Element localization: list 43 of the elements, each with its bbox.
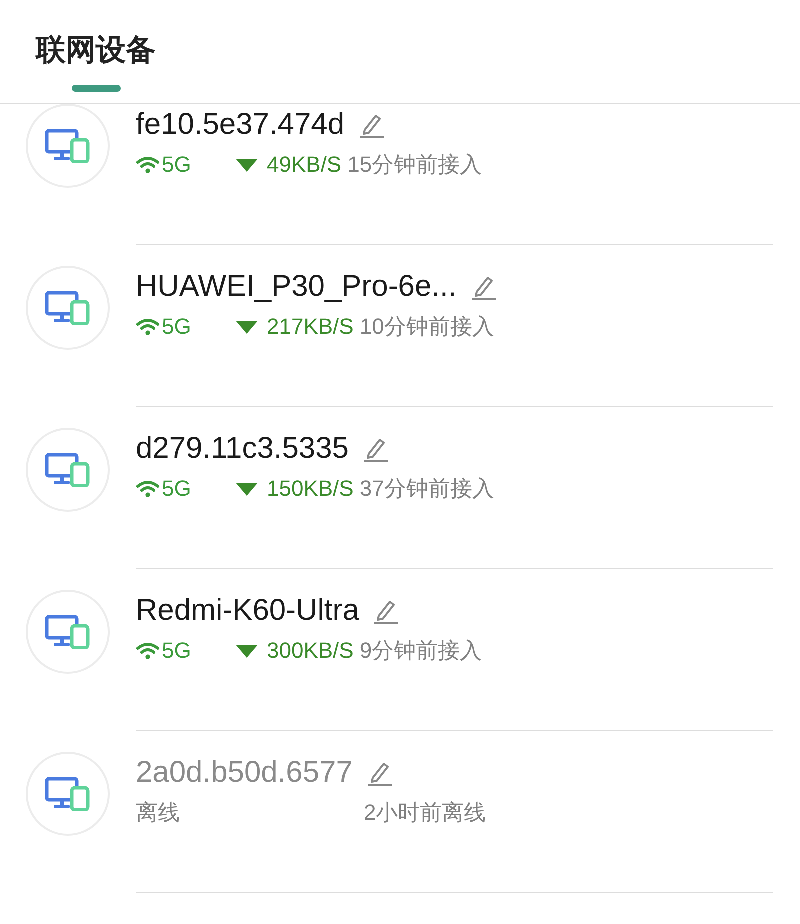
wifi-icon [136,318,160,336]
connect-time: 15分钟前接入 [348,151,482,179]
speed-label: 49KB/S [267,152,342,178]
device-name: d279.11c3.5335 [136,432,349,466]
device-name: fe10.5e37.474d [136,108,345,142]
band-label: 5G [162,638,192,664]
device-row[interactable]: fe10.5e37.474d 5G 49KB/S 15分钟前接入 [0,104,800,245]
offline-time: 2小时前离线 [364,799,486,827]
devices-icon [45,615,91,649]
tab[interactable]: 联网设备 [36,0,156,92]
speed-label: 150KB/S [267,476,354,502]
edit-icon[interactable] [358,112,385,138]
device-row[interactable]: 2a0d.b50d.6577 离线 2小时前离线 [0,731,800,893]
band-label: 5G [162,476,192,502]
band-label: 5G [162,314,192,340]
connect-time: 10分钟前接入 [360,313,494,341]
download-arrow-icon [236,320,258,334]
device-name: Redmi-K60-Ultra [136,594,360,628]
device-name: 2a0d.b50d.6577 [136,756,353,790]
wifi-icon [136,480,160,498]
speed-label: 217KB/S [267,314,354,340]
download-arrow-icon [236,158,258,172]
speed-label: 300KB/S [267,638,354,664]
wifi-icon [136,642,160,660]
device-name: HUAWEI_P30_Pro-6e... [136,270,457,304]
devices-icon [45,777,91,811]
devices-icon [45,291,91,325]
connect-time: 37分钟前接入 [360,475,494,503]
status-label: 离线 [136,799,181,827]
edit-icon[interactable] [366,760,393,786]
device-row[interactable]: d279.11c3.5335 5G 150KB/S 37分钟前接入 [0,407,800,569]
edit-icon[interactable] [373,598,400,624]
wifi-icon [136,156,160,174]
download-arrow-icon [236,482,258,496]
device-row[interactable]: Redmi-K60-Ultra 5G 300KB/S 9分钟前接入 [0,569,800,731]
connect-time: 9分钟前接入 [360,637,482,665]
edit-icon[interactable] [470,274,497,300]
device-row[interactable]: HUAWEI_P30_Pro-6e... 5G 217KB/S 10分钟前接入 [0,245,800,407]
edit-icon[interactable] [362,436,389,462]
band-label: 5G [162,152,192,178]
download-arrow-icon [236,644,258,658]
devices-icon [45,453,91,487]
devices-icon [45,129,91,163]
